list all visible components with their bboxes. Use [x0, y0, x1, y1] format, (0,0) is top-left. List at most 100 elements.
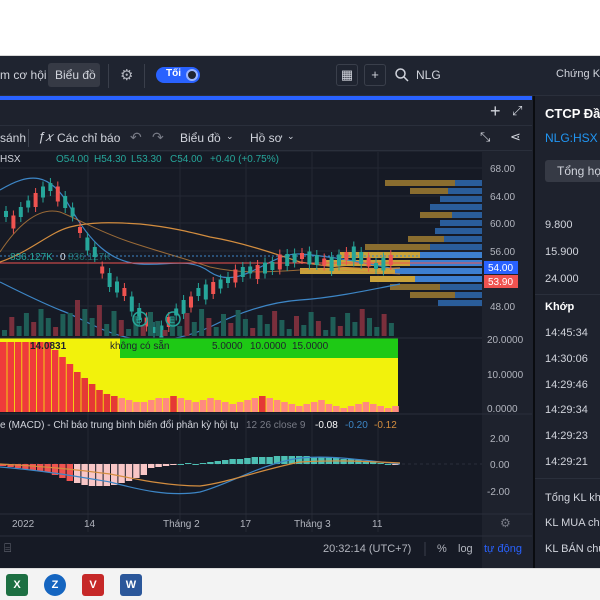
summary-button[interactable]: Tổng hợp [545, 160, 600, 182]
stoch-bar [355, 404, 362, 412]
volume-legend-2: 836.127K [68, 252, 111, 263]
theme-toggle[interactable]: Tối [156, 67, 200, 83]
stoch-bar [377, 406, 384, 412]
time-label: Tháng 3 [294, 519, 331, 530]
volume-bar [126, 329, 132, 336]
auto-toggle[interactable]: tự động [484, 543, 522, 555]
trade-time: 14:29:34 [545, 404, 588, 416]
stoch-na: không có sẵn [110, 339, 170, 352]
stoch-bar [7, 342, 14, 412]
stoch-bar [347, 406, 355, 412]
template-button[interactable]: Hồ sơ [250, 131, 283, 145]
grid-icon[interactable]: ▦ [336, 64, 358, 86]
volume-bar [381, 314, 387, 336]
macd-bar [259, 457, 266, 464]
divider [535, 294, 600, 295]
candle-body [270, 262, 275, 270]
macd-tick: 0.00 [490, 460, 510, 471]
candle-body [196, 288, 201, 296]
candle-body [285, 254, 290, 266]
fullscreen-icon[interactable]: ⤢ [512, 103, 522, 119]
stoch-bar [207, 398, 214, 412]
candle-body [26, 200, 31, 208]
vps-icon[interactable]: V [82, 574, 104, 596]
volume-bar [228, 323, 234, 336]
volume-bar [89, 318, 95, 336]
stoch-bar [66, 364, 74, 412]
chart-type-button[interactable]: Biểu đồ [180, 131, 221, 145]
stoch-bar [162, 398, 170, 412]
stoch-bar [22, 342, 29, 412]
securities-link[interactable]: Chứng K [556, 68, 600, 80]
zalo-icon[interactable]: Z [44, 574, 66, 596]
main-toolbar: m cơ hội Biểu đồ ⚙ Tối ▦ + NLG Chứng K [0, 56, 600, 96]
candle-body [337, 254, 341, 266]
volume-bar [388, 323, 394, 336]
percent-toggle[interactable]: % [437, 543, 447, 555]
word-icon[interactable]: W [120, 574, 142, 596]
undo-icon[interactable]: ↶ [130, 129, 142, 146]
stoch-bar [303, 404, 310, 412]
candle-body [351, 246, 356, 262]
calendar-icon[interactable]: ⌸ [4, 541, 11, 555]
volume-legend: 836.127K [10, 252, 53, 263]
candle-body [307, 251, 312, 265]
candle-body [329, 257, 334, 271]
toolbar-divider [144, 64, 145, 88]
volume-bar [118, 320, 124, 336]
symbol-search[interactable]: NLG Chứng K [390, 63, 600, 88]
stoch-bar [251, 398, 259, 412]
macd-value-1: -0.08 [315, 420, 338, 431]
share-icon[interactable]: ⋖ [510, 129, 521, 145]
stoch-bar [133, 402, 140, 412]
macd-bar [81, 464, 88, 485]
indicators-button[interactable]: Các chỉ báo [57, 131, 120, 145]
ticker-link[interactable]: NLG:HSX [545, 131, 598, 145]
macd-bar [266, 457, 273, 464]
candle-body [107, 273, 112, 287]
redo-icon[interactable]: ↷ [152, 129, 164, 146]
volume-bar [286, 329, 292, 336]
stoch-bar [199, 400, 207, 412]
price-chart[interactable]: Đ E 2022 14 Tháng 2 17 Tháng 3 11 ⚙ 68.0… [0, 152, 532, 594]
stoch-tick: 0.0000 [487, 404, 518, 415]
stoch-bar [325, 404, 333, 412]
volume-bar [206, 318, 212, 336]
candle-body [359, 252, 364, 264]
volume-bar [82, 309, 88, 336]
stoch-bar [177, 398, 185, 412]
nav-opportunities[interactable]: m cơ hội [0, 68, 47, 82]
candle-body [255, 265, 260, 279]
candle-body [314, 255, 319, 265]
volume-bar [272, 311, 278, 336]
stoch-bar [281, 402, 288, 412]
stoch-value: 14.0831 [30, 341, 67, 352]
add-icon[interactable]: + [490, 101, 501, 122]
volume-bar [67, 313, 73, 336]
divider [535, 478, 600, 479]
stat-label: KL BÁN chủ [545, 543, 600, 555]
trade-time: 14:30:06 [545, 353, 588, 365]
expand-icon[interactable]: ⤡ [480, 129, 490, 145]
search-input[interactable]: NLG [416, 68, 441, 82]
plus-icon[interactable]: + [364, 64, 386, 86]
price-level: 15.900 [545, 246, 579, 258]
stoch-val: 5.0000 [212, 341, 243, 352]
macd-bar [29, 464, 36, 470]
compare-button[interactable]: sánh [0, 131, 26, 145]
macd-bar [214, 461, 221, 464]
candle-body [11, 215, 16, 229]
volume-bar [330, 317, 336, 336]
macd-value-3: -0.12 [374, 420, 397, 431]
stock-info-panel: CTCP Đầu NLG:HSX Tổng hợp 9.800 15.900 2… [533, 96, 600, 568]
stoch-bar [222, 402, 229, 412]
gear-icon[interactable]: ⚙ [120, 66, 133, 84]
macd-bar [155, 464, 162, 467]
log-toggle[interactable]: log [458, 543, 473, 555]
symbol-legend: HSX [0, 154, 21, 165]
event-marker-label: Đ [136, 315, 143, 325]
stoch-bar [96, 390, 103, 412]
settings-icon[interactable]: ⚙ [500, 516, 511, 530]
excel-icon[interactable]: X [6, 574, 28, 596]
macd-bar [185, 463, 192, 464]
